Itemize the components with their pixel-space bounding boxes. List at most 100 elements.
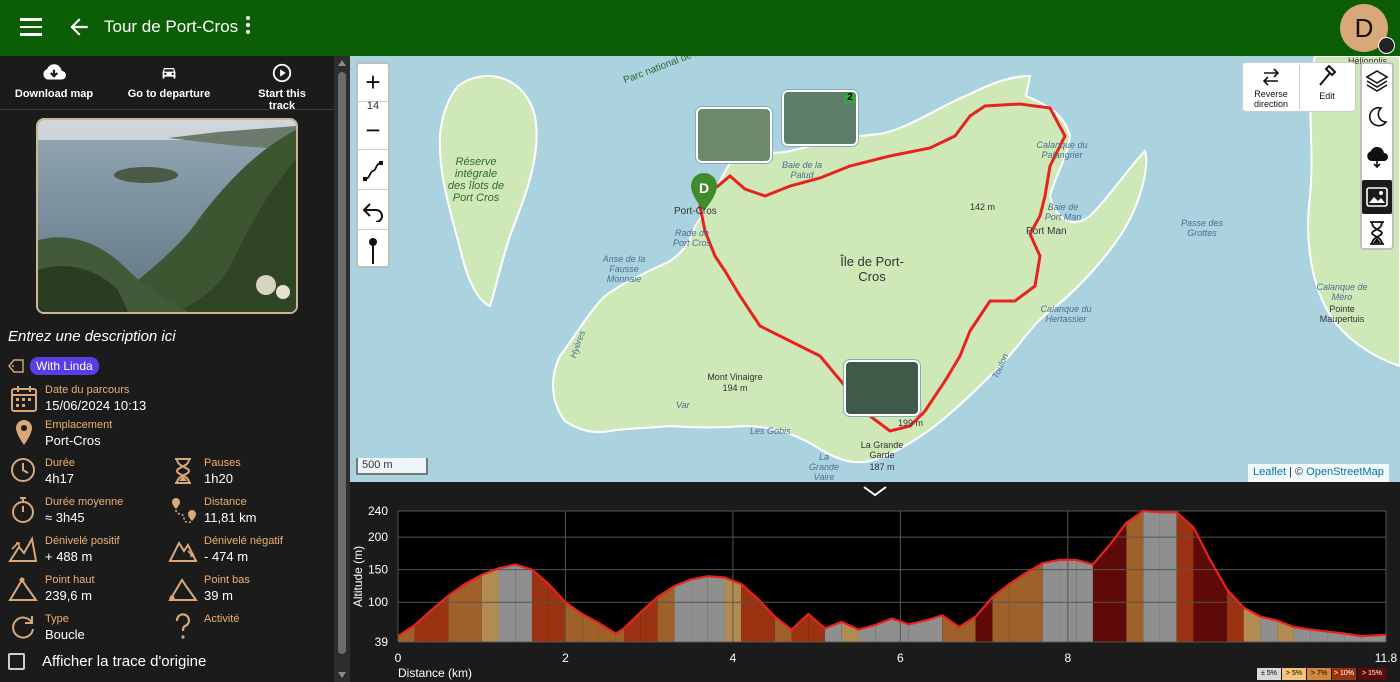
stat-date-label: Date du parcours (45, 384, 130, 396)
back-arrow-icon[interactable] (66, 14, 92, 40)
stat-type: Type Boucle (8, 613, 168, 647)
stat-activity-label: Activité (204, 613, 240, 625)
stat-date-value: 15/06/2024 10:13 (45, 398, 147, 413)
slope-legend-item: > 10% (1332, 668, 1356, 680)
stat-loss-label: Dénivelé négatif (204, 535, 283, 547)
stat-activity: Activité (168, 613, 328, 647)
hourglass-icon (1370, 221, 1384, 245)
slope-legend-item: > 15% (1358, 668, 1386, 680)
stat-distance: Distance 11,81 km (168, 496, 328, 530)
stat-location: Emplacement Port-Cros (8, 419, 328, 453)
elevation-segment (1143, 511, 1160, 642)
timeline-button[interactable] (1362, 216, 1392, 250)
map-photo-thumbnail-group[interactable]: 2 (782, 90, 858, 146)
y-tick-label: 150 (368, 563, 388, 577)
leaflet-link[interactable]: Leaflet (1253, 466, 1286, 478)
question-mark-icon (175, 613, 191, 639)
y-axis-label: Altitude (m) (351, 546, 365, 607)
stopwatch-icon (12, 497, 34, 523)
y-tick-label: 39 (375, 635, 389, 649)
elevation-chart[interactable]: 39 100 150 200 240 0 2 4 6 8 11.8 Distance (km) Alti… (350, 496, 1400, 682)
x-tick-label: 6 (897, 651, 904, 665)
vinaigre-altitude: 199 m (898, 418, 924, 428)
tag-icon (8, 359, 24, 373)
map-photo-thumbnail-south[interactable] (844, 360, 920, 416)
x-tick-label: 11.8 (1375, 651, 1398, 665)
stat-gain-label: Dénivelé positif (45, 535, 120, 547)
grande-garde-altitude: 187 m (869, 462, 895, 472)
edit-track-button[interactable]: Edit (1301, 64, 1353, 101)
stat-high-value: 239,6 m (45, 588, 92, 603)
pointe-maupertuis-label: Pointe Maupertuis (1319, 304, 1365, 324)
reserve-label: Réserve intégrale des îlots de Port Cros (447, 156, 505, 204)
photo-count-badge: 2 (844, 92, 856, 104)
hammer-icon (1319, 64, 1337, 86)
original-trace-checkbox[interactable] (8, 653, 25, 670)
stat-average-duration: Durée moyenne ≈ 3h45 (8, 496, 168, 530)
stat-pauses: Pauses 1h20 (168, 457, 328, 491)
x-tick-label: 4 (730, 651, 737, 665)
elevation-segment (674, 579, 692, 642)
map-view[interactable]: 2 D Île de Port-Cros Réserve intégrale d… (350, 56, 1400, 482)
track-cover-photo[interactable] (36, 118, 298, 314)
layers-button[interactable] (1362, 64, 1392, 98)
photos-toggle-button[interactable] (1362, 180, 1392, 214)
track-sidebar: Download map Go to departure Start this … (0, 56, 334, 682)
cloud-download-icon (1367, 146, 1388, 169)
scroll-down-arrow-icon[interactable] (338, 672, 346, 678)
stat-location-value: Port-Cros (45, 433, 101, 448)
reverse-direction-label: Reverse direction (1253, 89, 1289, 109)
route-draw-icon (363, 160, 383, 181)
go-to-departure-button[interactable]: Go to departure (126, 62, 212, 100)
loop-icon (12, 616, 34, 639)
grande-garde-label: La Grande Garde (860, 440, 904, 460)
stat-pauses-label: Pauses (204, 457, 241, 469)
add-point-button[interactable] (358, 232, 388, 270)
more-options-button[interactable] (240, 16, 256, 40)
zoom-out-button[interactable]: − (358, 112, 388, 150)
stat-loss-value: - 474 m (204, 549, 249, 564)
zoom-level: 14 (366, 100, 380, 112)
sidebar-scrollbar[interactable] (334, 56, 350, 682)
scrollbar-thumb[interactable] (338, 72, 346, 654)
start-track-button[interactable]: Start this track (244, 62, 320, 112)
location-pin-icon (16, 420, 32, 445)
hourglass-icon (175, 458, 191, 484)
elevation-segment (707, 576, 725, 642)
draw-route-button[interactable] (358, 152, 388, 190)
offline-map-button[interactable] (1362, 140, 1392, 174)
download-map-label: Download map (14, 88, 94, 100)
zoom-in-button[interactable]: + (358, 64, 388, 102)
stat-duration-value: 4h17 (45, 471, 74, 486)
hamburger-menu-button[interactable] (20, 18, 42, 36)
scroll-up-arrow-icon[interactable] (338, 60, 346, 66)
description-field[interactable]: Entrez une description ici (8, 328, 176, 345)
track-tools-panel: Reverse direction Edit (1242, 62, 1356, 112)
original-trace-label: Afficher la trace d'origine (42, 653, 207, 670)
descent-icon (168, 540, 198, 562)
elevation-segment (515, 564, 532, 642)
osm-link[interactable]: OpenStreetMap (1306, 466, 1384, 478)
map-attribution: Leaflet | © OpenStreetMap (1248, 464, 1389, 482)
download-map-button[interactable]: Download map (14, 62, 94, 100)
start-marker-label: D (698, 180, 710, 196)
calendar-icon (11, 386, 37, 412)
stat-type-value: Boucle (45, 627, 85, 642)
elevation-segment (1126, 511, 1144, 642)
map-photo-thumbnail[interactable] (696, 107, 772, 163)
stat-low-point: Point bas 39 m (168, 574, 328, 608)
mont-vinaigre-altitude: 194 m (722, 383, 748, 393)
stat-duration-label: Durée (45, 457, 75, 469)
valley-icon (168, 578, 198, 601)
go-to-departure-label: Go to departure (127, 88, 211, 100)
dark-mode-button[interactable] (1362, 100, 1392, 134)
reverse-direction-button[interactable]: Reverse direction (1247, 65, 1295, 109)
elevation-segment (1042, 559, 1060, 642)
start-track-label: Start this track (258, 88, 306, 112)
y-tick-label: 240 (368, 504, 388, 518)
slope-legend-item: > 7% (1307, 668, 1331, 680)
undo-button[interactable] (358, 192, 388, 230)
edit-label: Edit (1319, 91, 1335, 101)
tag-row: With Linda (8, 357, 99, 375)
tag-chip[interactable]: With Linda (30, 357, 99, 375)
